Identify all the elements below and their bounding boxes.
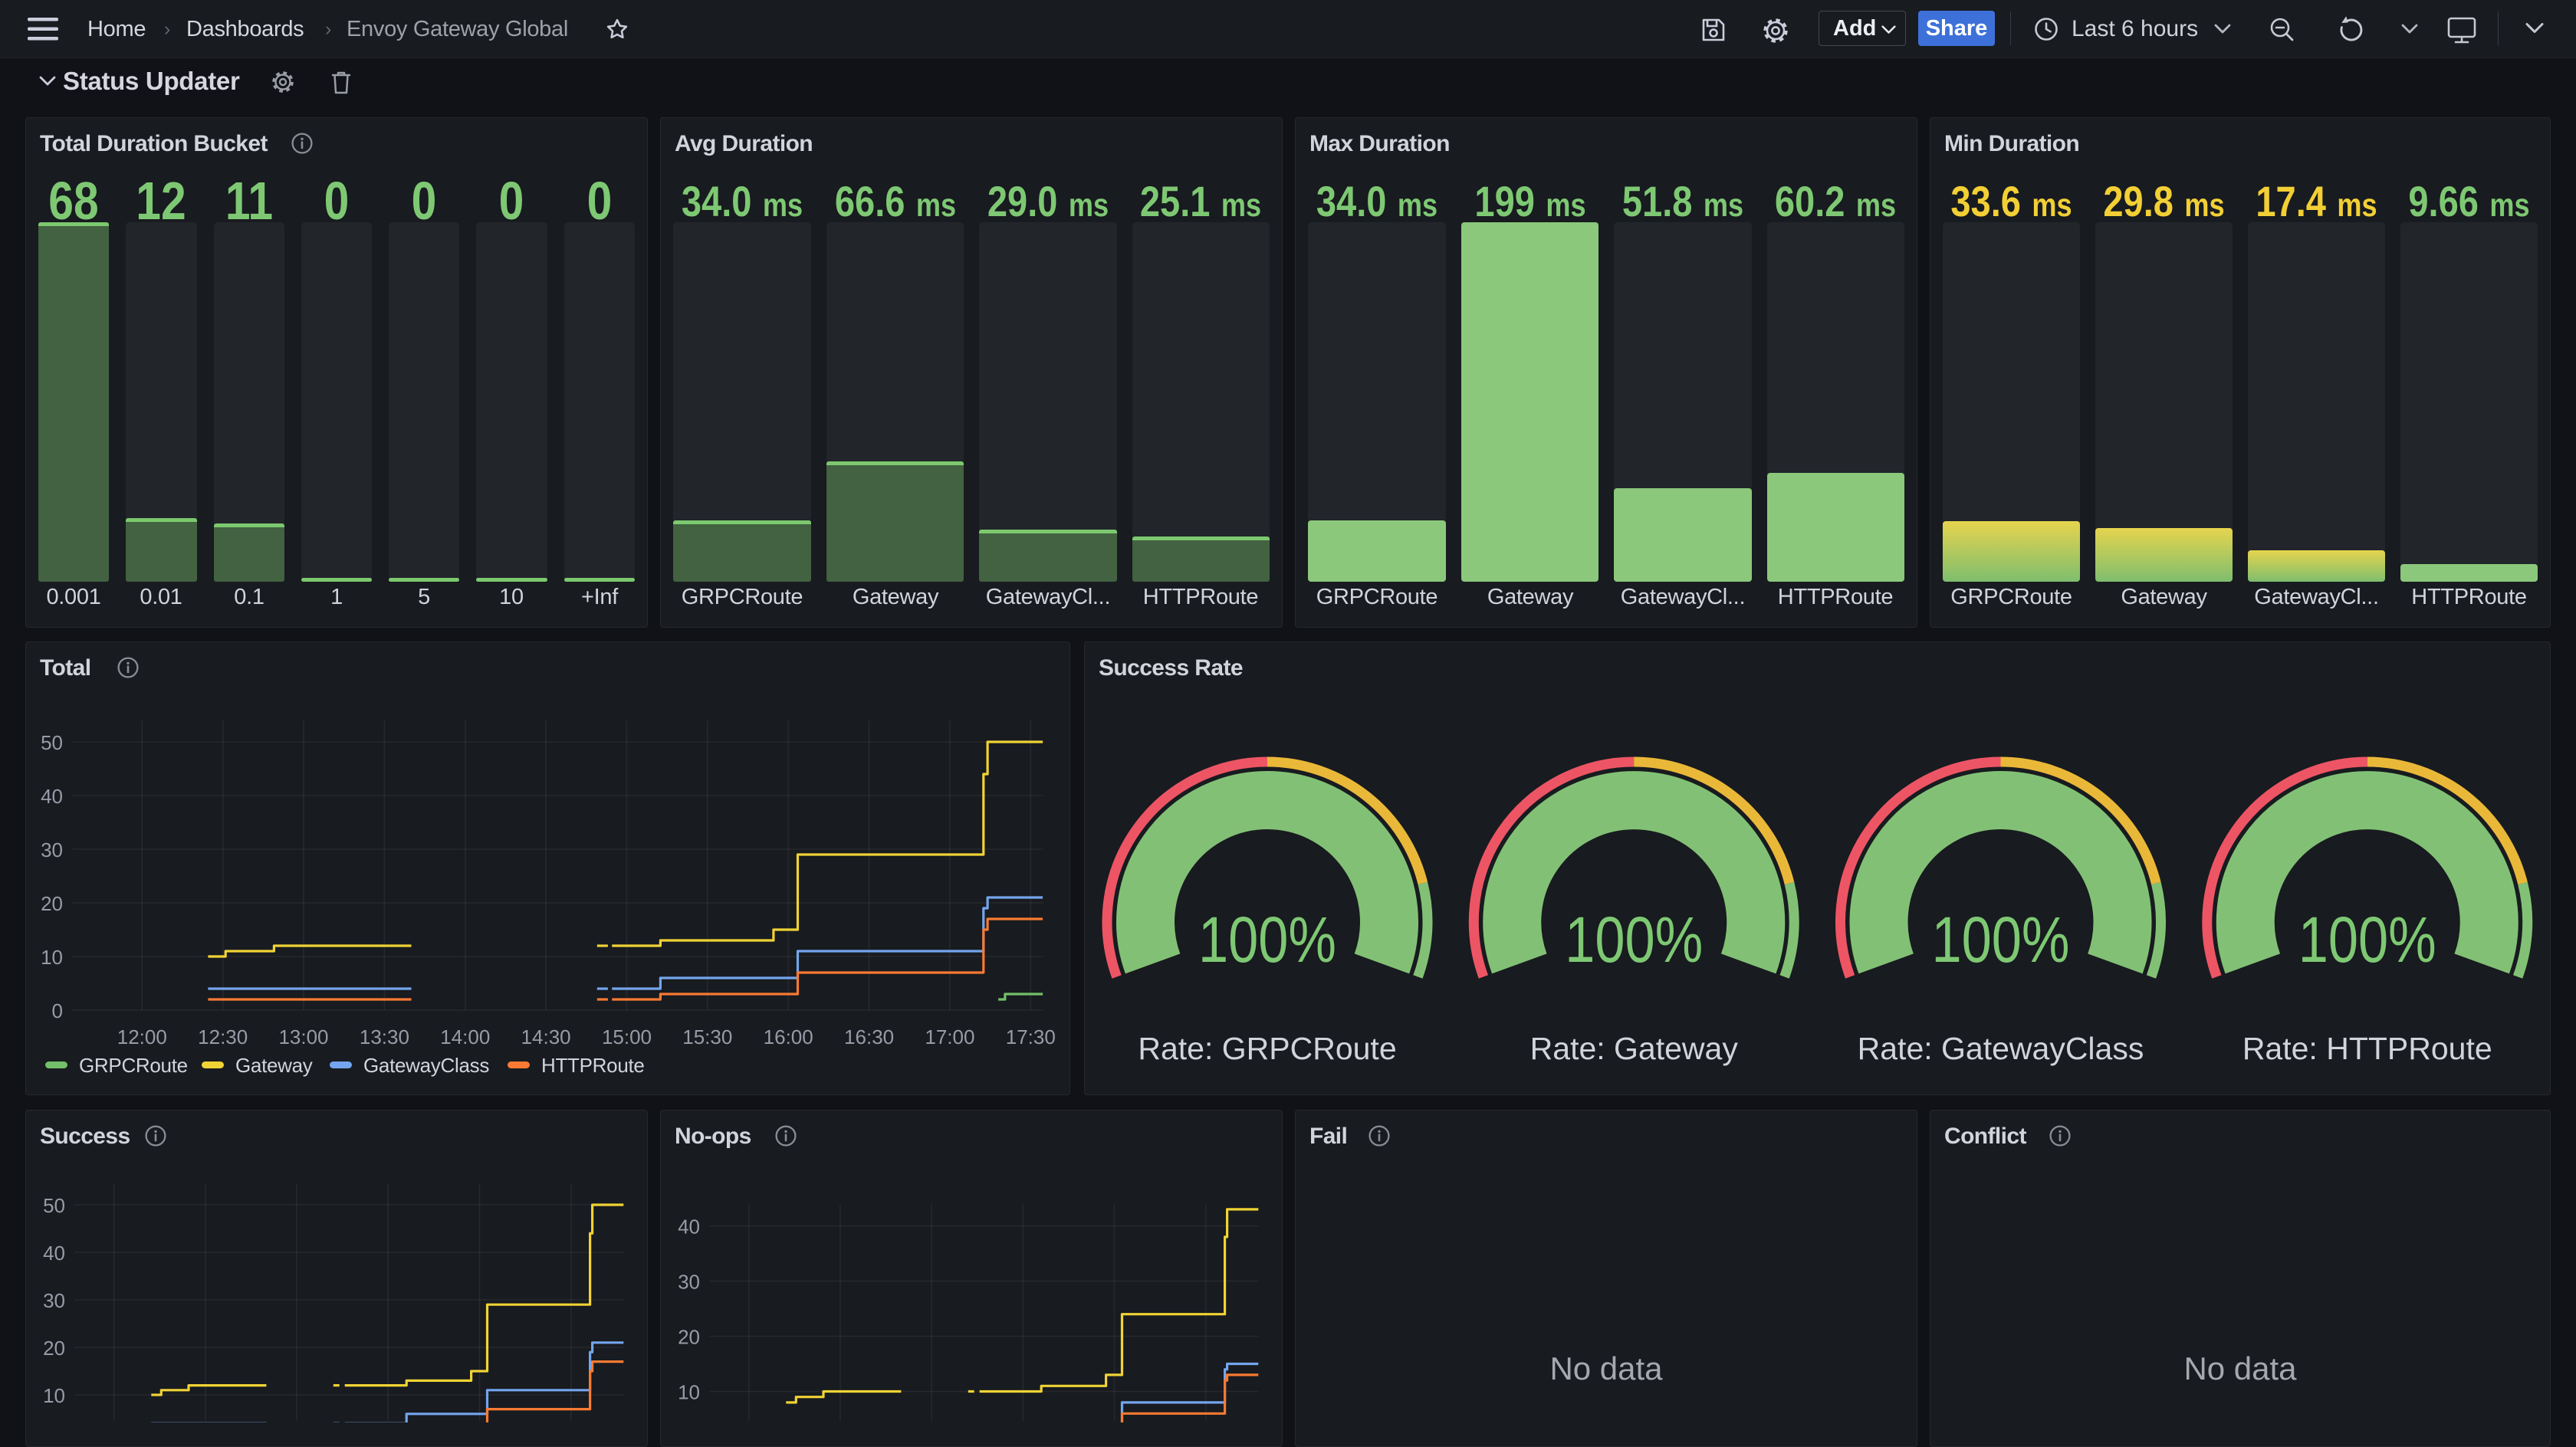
svg-text:13:00: 13:00 [278,1025,328,1048]
svg-text:16:30: 16:30 [844,1025,894,1048]
svg-text:Gateway: Gateway [235,1054,313,1077]
svg-text:HTTPRoute: HTTPRoute [541,1054,645,1077]
svg-text:20: 20 [43,1337,65,1360]
svg-text:30: 30 [678,1271,700,1294]
svg-text:12:30: 12:30 [198,1025,248,1048]
svg-text:50: 50 [43,1194,65,1217]
svg-text:10: 10 [41,946,63,969]
svg-text:100%: 100% [1198,904,1336,976]
svg-text:Rate: GRPCRoute: Rate: GRPCRoute [1138,1031,1396,1066]
svg-text:15:00: 15:00 [602,1025,652,1048]
svg-text:15:30: 15:30 [682,1025,732,1048]
svg-text:14:30: 14:30 [521,1025,571,1048]
svg-text:17:30: 17:30 [1006,1025,1056,1048]
svg-text:40: 40 [43,1242,65,1265]
svg-text:30: 30 [43,1289,65,1312]
svg-text:30: 30 [41,838,63,861]
svg-text:17:00: 17:00 [925,1025,974,1048]
svg-text:16:00: 16:00 [764,1025,813,1048]
svg-text:Rate: GatewayClass: Rate: GatewayClass [1858,1031,2144,1066]
svg-text:100%: 100% [2298,904,2436,976]
svg-text:14:00: 14:00 [440,1025,490,1048]
svg-text:40: 40 [678,1216,700,1239]
svg-text:12:00: 12:00 [117,1025,167,1048]
svg-text:10: 10 [43,1384,65,1407]
svg-text:Rate: Gateway: Rate: Gateway [1530,1031,1739,1066]
svg-text:50: 50 [41,731,63,754]
svg-text:100%: 100% [1932,904,2070,976]
svg-text:10: 10 [678,1381,700,1404]
svg-text:GRPCRoute: GRPCRoute [79,1054,188,1077]
svg-text:20: 20 [678,1326,700,1349]
svg-text:100%: 100% [1565,904,1703,976]
svg-text:0: 0 [52,999,63,1022]
svg-text:20: 20 [41,892,63,915]
svg-text:13:30: 13:30 [360,1025,409,1048]
svg-text:Rate: HTTPRoute: Rate: HTTPRoute [2242,1031,2492,1066]
svg-text:GatewayClass: GatewayClass [363,1054,489,1077]
svg-text:40: 40 [41,785,63,808]
